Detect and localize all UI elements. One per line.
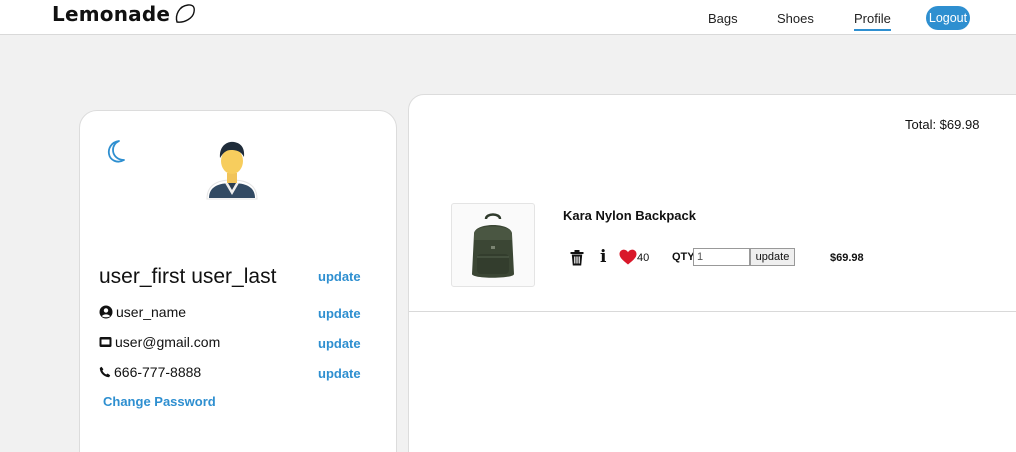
logout-button[interactable]: Logout	[926, 6, 970, 30]
qty-label: QTY	[672, 251, 695, 263]
nav-link-profile[interactable]: Profile	[854, 11, 891, 31]
update-phone-link[interactable]: update	[318, 366, 361, 381]
like-count: 40	[637, 252, 650, 264]
brand-logo[interactable]: Lemonade	[52, 2, 196, 26]
lemon-icon	[175, 4, 196, 23]
nav-link-shoes[interactable]: Shoes	[777, 11, 814, 26]
info-icon[interactable]: i	[600, 247, 606, 267]
profile-card: user_first user_last update user_name up…	[79, 110, 397, 452]
cart-divider	[409, 311, 1016, 312]
moon-icon[interactable]	[105, 139, 127, 165]
username-row: user_name	[99, 304, 186, 320]
phone-icon	[99, 366, 111, 378]
product-image[interactable]	[451, 203, 535, 287]
user-circle-icon	[99, 305, 113, 319]
heart-icon[interactable]	[619, 249, 637, 265]
username-text: user_name	[116, 304, 187, 320]
nav-link-bags[interactable]: Bags	[708, 11, 738, 26]
cart-total: Total: $69.98	[905, 117, 980, 132]
qty-input[interactable]	[693, 248, 750, 266]
change-password-link[interactable]: Change Password	[103, 394, 216, 409]
product-price: $69.98	[830, 252, 864, 264]
update-name-link[interactable]: update	[318, 269, 361, 284]
full-name: user_first user_last	[99, 265, 277, 288]
email-row: user@gmail.com	[99, 334, 220, 350]
avatar	[206, 141, 258, 200]
product-name[interactable]: Kara Nylon Backpack	[563, 208, 696, 223]
phone-text: 666-777-8888	[114, 364, 202, 380]
envelope-icon	[99, 337, 112, 347]
top-navbar: Lemonade Bags Shoes Profile Logout	[0, 0, 1016, 35]
trash-icon[interactable]	[570, 250, 584, 266]
update-email-link[interactable]: update	[318, 336, 361, 351]
phone-row: 666-777-8888	[99, 364, 201, 380]
qty-update-button[interactable]: update	[750, 248, 795, 266]
cart-panel: Total: $69.98 Kara Nylon Backpack i 40 Q…	[408, 94, 1016, 452]
email-text: user@gmail.com	[115, 334, 221, 350]
backpack-icon	[472, 213, 514, 278]
update-username-link[interactable]: update	[318, 306, 361, 321]
brand-name: Lemonade	[52, 2, 171, 26]
